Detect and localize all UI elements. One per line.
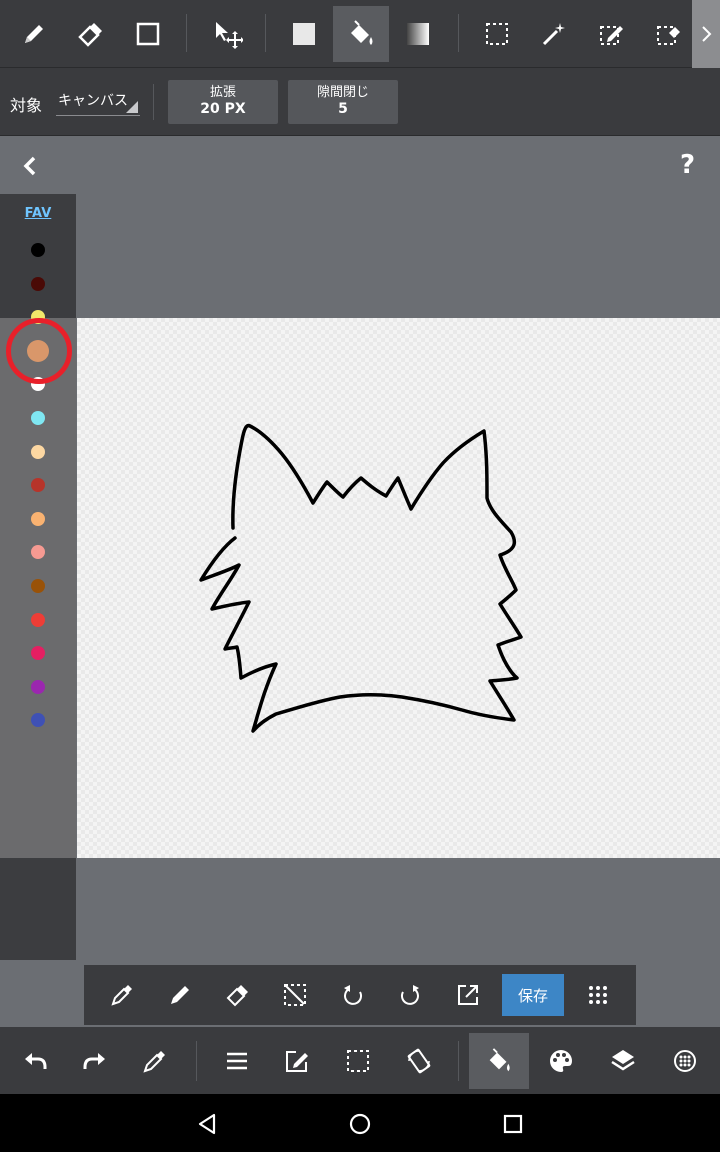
- rotate-canvas-icon[interactable]: [389, 1033, 449, 1089]
- selection-icon[interactable]: [328, 1033, 388, 1089]
- palette-icon[interactable]: [531, 1033, 591, 1089]
- undo-icon[interactable]: [5, 1033, 65, 1089]
- select-pen-icon[interactable]: [583, 6, 639, 62]
- bottom-toolbar: [0, 1027, 720, 1094]
- gap-title: 隙間閉じ: [316, 85, 369, 100]
- help-button[interactable]: ?: [680, 150, 695, 180]
- canvas-action-bar: 保存: [84, 965, 636, 1025]
- back-triangle-icon[interactable]: [187, 1104, 227, 1144]
- redo-icon[interactable]: [65, 1033, 125, 1089]
- rotate-right-icon[interactable]: [388, 973, 432, 1017]
- save-button[interactable]: 保存: [502, 974, 564, 1016]
- eraser-icon[interactable]: [62, 6, 118, 62]
- gradient-icon[interactable]: [390, 6, 446, 62]
- color-swatch[interactable]: [31, 411, 45, 425]
- color-swatch[interactable]: [31, 511, 45, 526]
- system-nav-bar: [0, 1094, 720, 1152]
- color-swatch[interactable]: [31, 243, 45, 257]
- target-select[interactable]: キャンバス: [56, 90, 140, 116]
- edit-icon[interactable]: [267, 1033, 327, 1089]
- menu-icon[interactable]: [207, 1033, 267, 1089]
- color-swatch[interactable]: [31, 579, 45, 593]
- move-transform-icon[interactable]: [200, 6, 256, 62]
- color-swatch[interactable]: [31, 612, 45, 627]
- target-label: 対象: [10, 96, 43, 115]
- fill-color-icon[interactable]: [276, 6, 332, 62]
- eraser-icon[interactable]: [216, 973, 260, 1017]
- brush-settings-icon[interactable]: [655, 1033, 715, 1089]
- recents-square-icon[interactable]: [493, 1104, 533, 1144]
- bucket-icon[interactable]: [469, 1033, 529, 1089]
- deselect-icon[interactable]: [273, 973, 317, 1017]
- gap-close-button[interactable]: 隙間閉じ 5: [288, 80, 398, 124]
- select-eraser-icon[interactable]: [640, 6, 696, 62]
- pen-icon[interactable]: [6, 6, 62, 62]
- color-swatch[interactable]: [31, 679, 45, 694]
- bucket-icon[interactable]: [333, 6, 389, 62]
- grid-icon[interactable]: [576, 973, 620, 1017]
- eyedropper-icon[interactable]: [100, 973, 144, 1017]
- back-chevron-icon[interactable]: [18, 152, 42, 180]
- target-value: キャンバス: [58, 93, 128, 109]
- rect-shape-icon[interactable]: [120, 6, 176, 62]
- tool-options-bar: 対象 キャンバス 拡張 20 PX 隙間閉じ 5: [0, 68, 720, 136]
- eyedropper-icon[interactable]: [125, 1033, 185, 1089]
- color-swatch[interactable]: [31, 276, 45, 291]
- top-toolbar: [0, 0, 720, 68]
- dropdown-icon: [126, 101, 138, 113]
- expand-title: 拡張: [209, 85, 236, 100]
- pen-icon[interactable]: [158, 973, 202, 1017]
- fav-tab[interactable]: FAV: [0, 206, 76, 221]
- toolbar-scroll-right[interactable]: [692, 0, 720, 68]
- color-swatch[interactable]: [31, 444, 45, 459]
- magic-wand-icon[interactable]: [526, 6, 582, 62]
- layers-icon[interactable]: [593, 1033, 653, 1089]
- selection-highlight-ring: [6, 318, 72, 384]
- export-icon[interactable]: [446, 973, 490, 1017]
- drawing-canvas[interactable]: [77, 318, 720, 858]
- select-rect-icon[interactable]: [469, 6, 525, 62]
- expand-value: 20 PX: [200, 101, 246, 117]
- cat-head-drawing: [199, 423, 523, 733]
- home-circle-icon[interactable]: [340, 1104, 380, 1144]
- gap-value: 5: [338, 101, 348, 117]
- rotate-left-icon[interactable]: [331, 973, 375, 1017]
- expand-button[interactable]: 拡張 20 PX: [168, 80, 278, 124]
